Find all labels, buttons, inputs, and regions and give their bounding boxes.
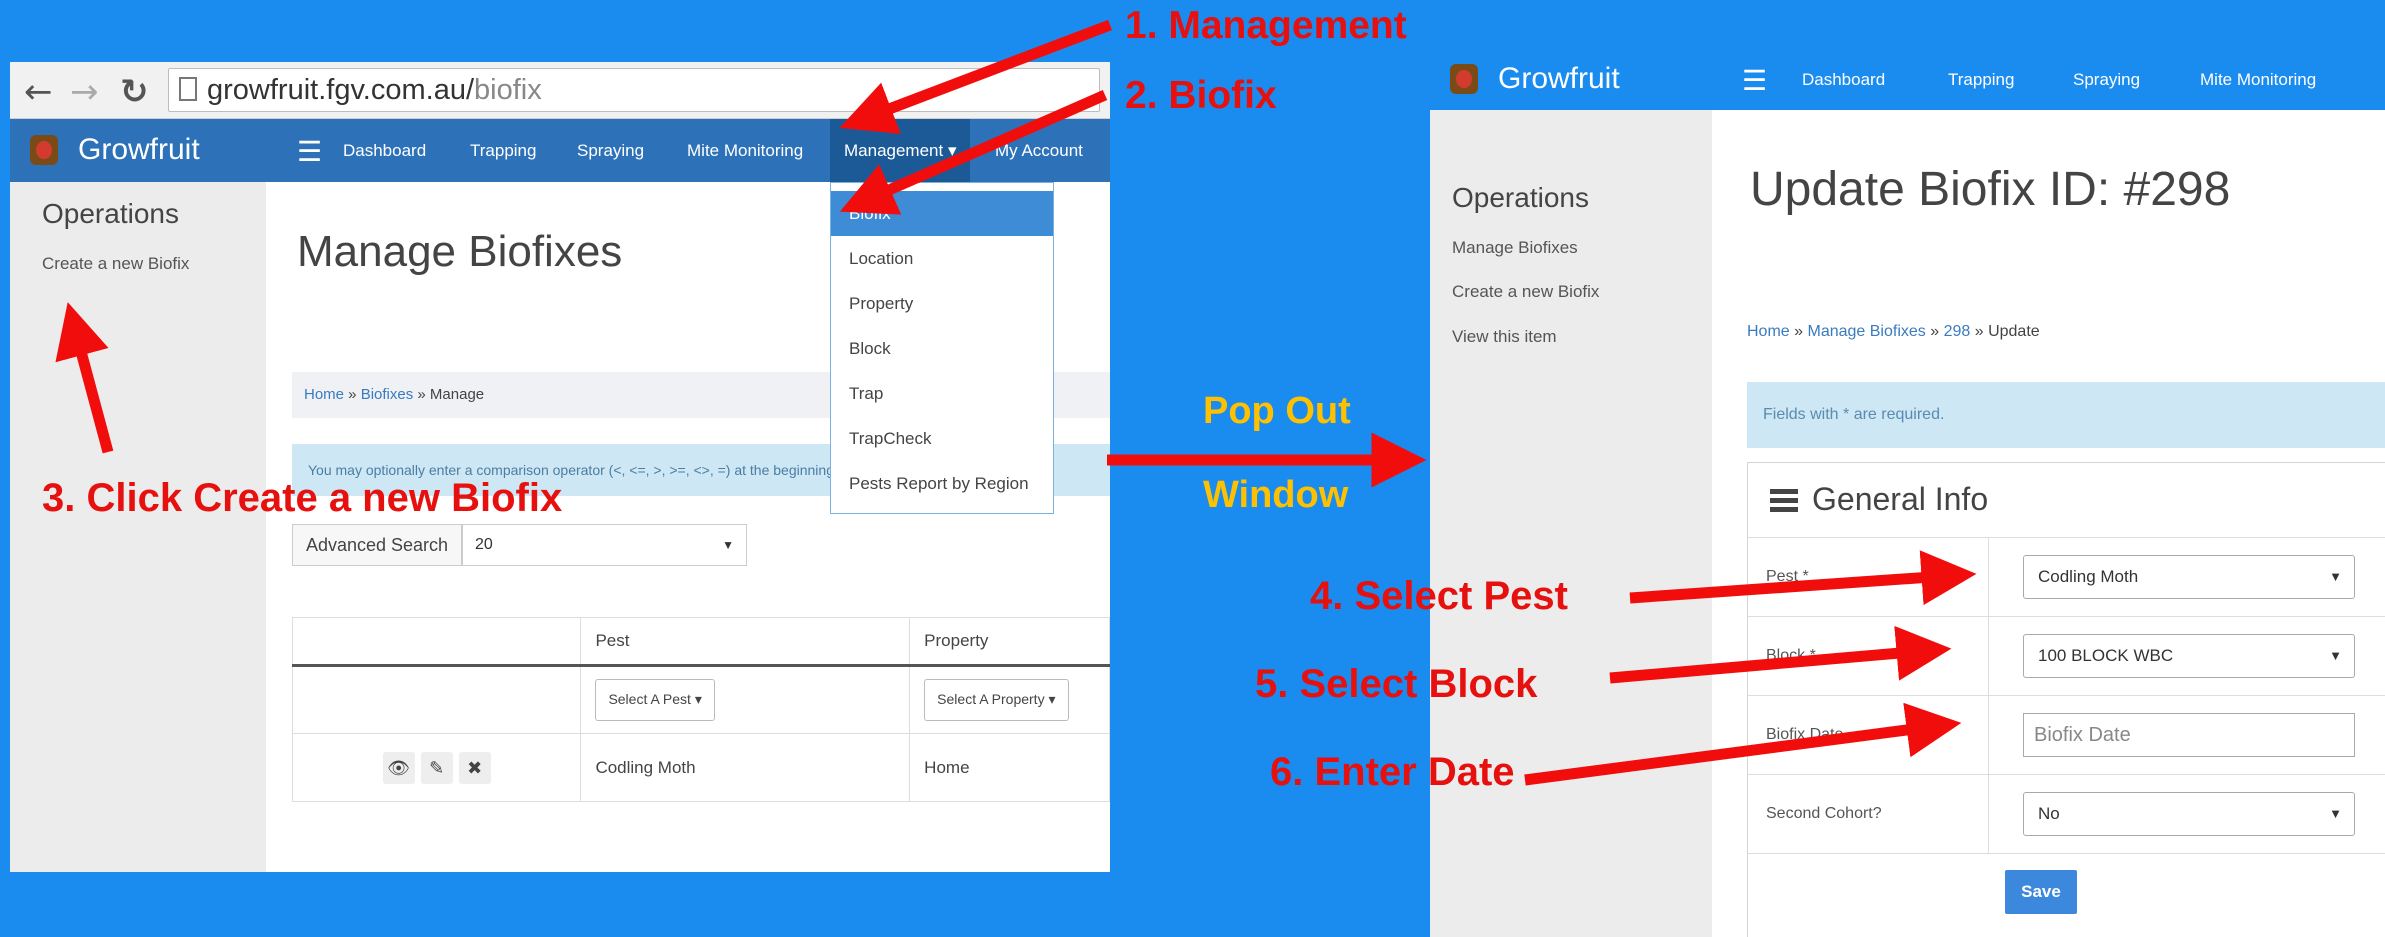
annotation-step6: 6. Enter Date (1270, 750, 1515, 794)
annotation-step4: 4. Select Pest (1310, 574, 1568, 618)
annotation-step1: 1. Management (1125, 4, 1407, 47)
annotation-step5: 5. Select Block (1255, 662, 1538, 706)
arrow-to-pest (1629, 550, 1977, 606)
arrow-to-block (1609, 625, 1952, 684)
annotation-step2: 2. Biofix (1125, 74, 1277, 117)
annotation-popout-line1: Pop Out (1203, 390, 1351, 432)
arrow-to-date (1524, 702, 1962, 786)
annotation-arrows (55, 19, 1977, 786)
annotation-popout-line2: Window (1203, 474, 1349, 516)
annotation-step3: 3. Click Create a new Biofix (42, 476, 563, 520)
arrow-to-create-biofix (55, 302, 114, 454)
